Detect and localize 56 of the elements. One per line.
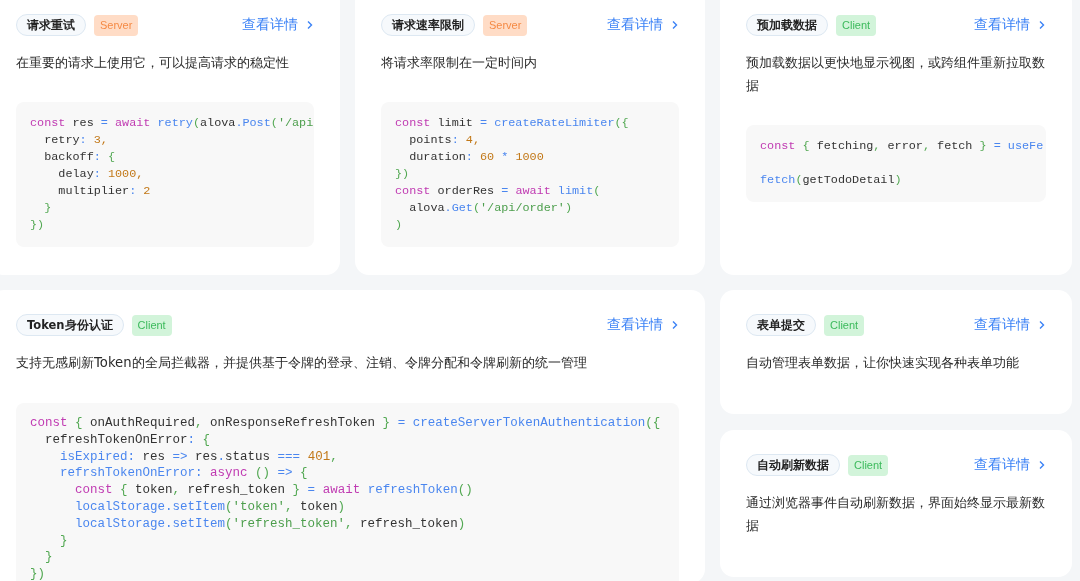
feature-description: 将请求率限制在一定时间内: [381, 54, 538, 72]
chevron-right-icon: [1038, 320, 1046, 330]
code-line: backoff: {: [43, 149, 115, 166]
details-link[interactable]: 查看详情: [974, 316, 1046, 334]
environment-badge: Server: [483, 14, 528, 36]
chevron-right-icon: [671, 20, 679, 30]
code-line: refrshTokenOnError: async () => {: [59, 465, 308, 483]
feature-tag: 预加载数据: [746, 14, 828, 36]
feature-tag: 自动刷新数据: [746, 454, 840, 476]
details-link[interactable]: 查看详情: [242, 16, 314, 34]
environment-badge: Client: [836, 14, 877, 36]
environment-badge: Client: [131, 314, 172, 336]
feature-description: 支持无感刷新Token的全局拦截器，并提供基于令牌的登录、注销、令牌分配和令牌刷新的统一管理: [16, 354, 588, 372]
feature-tag: 请求速率限制: [381, 14, 475, 36]
code-line: }): [395, 166, 410, 183]
code-line: const { onAuthRequired, onResponseRefreshToken } = createServerTokenAuthentication({: [30, 415, 661, 432]
feature-description: 自动管理表单数据，让你快速实现各种表单功能: [746, 354, 1020, 372]
environment-badge: Client: [824, 314, 865, 336]
feature-tag: 表单提交: [746, 314, 816, 336]
code-line: isExpired: res => res.status === 401,: [59, 448, 338, 466]
details-link[interactable]: 查看详情: [607, 316, 679, 334]
feature-tag: Token身份认证: [16, 314, 124, 336]
details-link[interactable]: 查看详情: [974, 456, 1046, 474]
code-line: localStorage.setItem('token', token): [74, 499, 346, 516]
details-link[interactable]: 查看详情: [974, 16, 1046, 34]
code-line: const res = await retry(alova.Post('/api: [30, 115, 314, 132]
chevron-right-icon: [306, 20, 314, 30]
code-line: delay: 1000,: [57, 166, 144, 183]
code-line: const limit = createRateLimiter({: [395, 115, 629, 132]
code-line: multiplier: 2: [57, 183, 151, 200]
code-line: retry: 3,: [43, 132, 108, 149]
code-line: }: [44, 549, 53, 567]
code-line: const { fetching, error, fetch } = useFe: [760, 138, 1044, 155]
feature-description: 通过浏览器事件自动刷新数据，界面始终显示最新数据: [746, 494, 1046, 535]
code-line: }: [59, 532, 68, 550]
code-line: const { token, refresh_token } = await refreshToken(): [74, 482, 473, 499]
code-line: localStorage.setItem('refresh_token', refresh_token): [74, 515, 466, 533]
environment-badge: Server: [94, 14, 139, 36]
code-line: fetch(getTodoDetail): [760, 172, 902, 189]
code-line: }): [30, 566, 45, 581]
code-line: ): [395, 217, 403, 234]
code-line: duration: 60 * 1000: [408, 149, 544, 166]
code-line: }: [43, 200, 52, 217]
code-line: alova.Get('/api/order'): [408, 200, 573, 217]
feature-description: 在重要的请求上使用它，可以提高请求的稳定性: [16, 54, 290, 72]
code-line: points: 4,: [408, 132, 480, 149]
code-line: }): [30, 217, 45, 234]
chevron-right-icon: [1038, 460, 1046, 470]
environment-badge: Client: [848, 454, 889, 476]
code-line: const orderRes = await limit(: [395, 183, 601, 200]
code-line: refreshTokenOnError: {: [44, 431, 211, 449]
chevron-right-icon: [671, 320, 679, 330]
feature-description: 预加载数据以更快地显示视图，或跨组件重新拉取数据: [746, 54, 1046, 95]
chevron-right-icon: [1038, 20, 1046, 30]
details-link[interactable]: 查看详情: [607, 16, 679, 34]
feature-tag: 请求重试: [16, 14, 86, 36]
